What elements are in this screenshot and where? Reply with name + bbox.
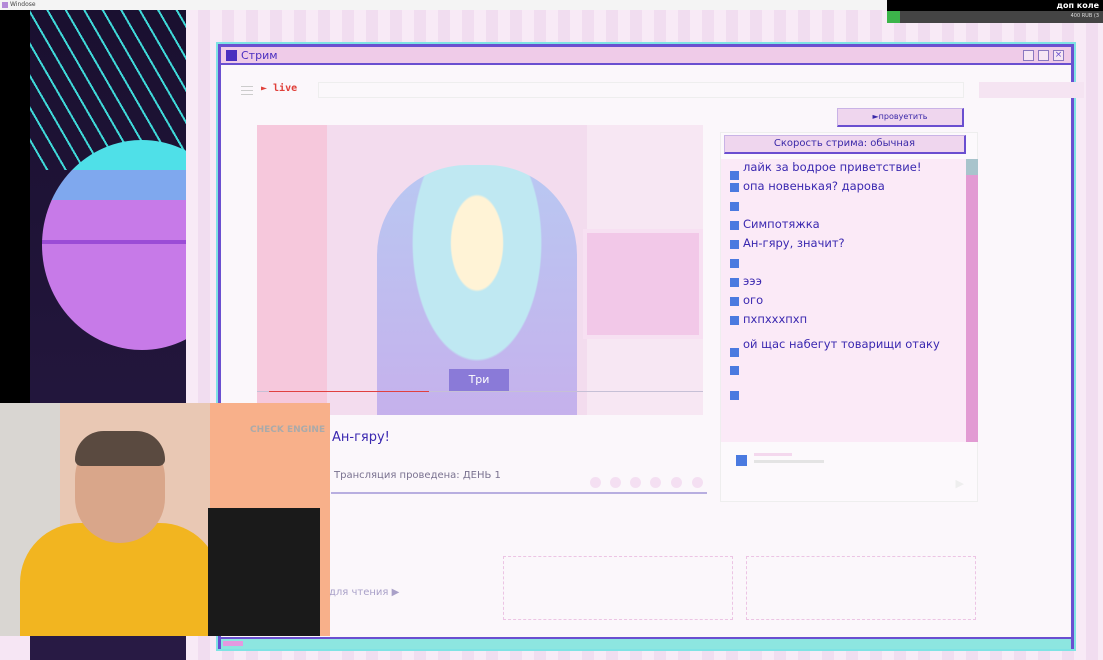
chat-message: Симпотяжка (721, 217, 967, 232)
chat-input-area[interactable]: ▶ (721, 445, 978, 502)
window-icon (226, 50, 237, 61)
chat-message (721, 387, 967, 402)
chat-avatar-icon (730, 316, 739, 325)
os-title: Windose (10, 1, 36, 8)
menu-icon[interactable] (241, 86, 253, 95)
sun-graphic (42, 140, 186, 350)
window-title: Стрим (241, 49, 278, 62)
chat-message: эээ (721, 274, 967, 289)
page-dot (610, 477, 621, 488)
chat-avatar-icon (730, 259, 739, 268)
maximize-icon[interactable] (1038, 50, 1049, 61)
divider (331, 492, 707, 494)
scrollbar-thumb[interactable] (966, 159, 978, 175)
chat-message: пхпхххпхп (721, 312, 967, 327)
read-more-link[interactable]: для чтения ▶ (329, 587, 399, 598)
chat-message-text: пхпхххпхп (743, 312, 808, 326)
chat-message: ого (721, 293, 967, 308)
chat-message-text: ого (743, 293, 764, 307)
page-dot (671, 477, 682, 488)
minimize-icon[interactable] (1023, 50, 1034, 61)
chat-avatar-icon (730, 183, 739, 192)
empty-slot (746, 556, 976, 620)
chat-message (721, 362, 967, 377)
empty-slot (503, 556, 733, 620)
input-placeholder-line (754, 460, 824, 463)
input-placeholder-line (754, 453, 792, 456)
dialog-text: Ан-гяру! (332, 430, 390, 445)
chat-panel: Скорость стрима: обычная лайк за bодрое … (720, 132, 978, 502)
donation-goal-widget: доп коле 400 RUB (3 (887, 0, 1103, 23)
window-status-bar (221, 637, 1071, 649)
window-title-bar[interactable]: Стрим × (221, 47, 1071, 65)
chat-avatar-icon (730, 348, 739, 357)
toolbar-decoration (979, 82, 1084, 98)
page-dot (590, 477, 601, 488)
goal-progress-fill (887, 11, 900, 23)
chat-message-text: ой щас набегут товарищи отаку (743, 337, 940, 351)
chat-scrollbar[interactable] (966, 159, 978, 442)
chat-message (721, 198, 967, 213)
sticker-box (208, 508, 320, 636)
progress-line-fill (269, 391, 429, 392)
chat-message: лайк за bодрое приветствие! (721, 160, 967, 180)
chat-message: ой щас набегут товарищи отаку (721, 337, 967, 357)
webcam-headphones (75, 431, 165, 466)
chat-avatar-icon (730, 278, 739, 287)
webcam-overlay: CHECK ENGINE (0, 403, 330, 636)
chat-message-text: лайк за bодрое приветствие! (743, 160, 922, 174)
page-dot (630, 477, 641, 488)
close-icon[interactable]: × (1053, 50, 1064, 61)
chat-message-text: опа новенькая? дарова (743, 179, 885, 193)
black-strip (0, 10, 30, 405)
chat-avatar-icon (730, 221, 739, 230)
goal-progress-bar: 400 RUB (3 (887, 11, 1103, 23)
background-monitor (583, 229, 703, 339)
choice-button[interactable]: Три (449, 369, 509, 391)
stream-day-status: Трансляция проведена: ДЕНЬ 1 (334, 470, 501, 481)
page-dot (692, 477, 703, 488)
goal-title: доп коле (1056, 1, 1099, 10)
chat-avatar-icon (730, 366, 739, 375)
status-indicator (223, 641, 243, 646)
app-icon (2, 2, 8, 8)
send-arrow-icon[interactable]: ▶ (956, 477, 964, 490)
stream-window: Стрим × ► live ►провуетить Три Ан-гяру! … (216, 42, 1084, 651)
chat-message-list: лайк за bодрое приветствие! опа новенькая… (721, 159, 967, 442)
stream-address-field[interactable] (318, 82, 964, 98)
stream-speed-button[interactable]: Скорость стрима: обычная (724, 135, 966, 154)
chat-message (721, 255, 967, 270)
goal-amount: 400 RUB (3 (1070, 13, 1099, 19)
chat-avatar-icon (730, 297, 739, 306)
chat-message-text: Симпотяжка (743, 217, 820, 231)
chat-message: Ан-гяру, значит? (721, 236, 967, 251)
chat-avatar-icon (730, 240, 739, 249)
chat-avatar-icon (730, 391, 739, 400)
chat-message-text: Ан-гяру, значит? (743, 236, 845, 250)
chat-message: опа новенькая? дарова (721, 179, 967, 194)
stream-game-view: Три (257, 125, 703, 415)
chat-message-text: эээ (743, 274, 762, 288)
skip-button[interactable]: ►провуетить (837, 108, 964, 127)
page-dot (650, 477, 661, 488)
live-indicator: ► live (261, 83, 298, 94)
wall-sign: CHECK ENGINE (250, 425, 326, 435)
stream-toolbar: ► live (236, 82, 1084, 100)
user-avatar-icon (736, 455, 747, 466)
chat-avatar-icon (730, 202, 739, 211)
